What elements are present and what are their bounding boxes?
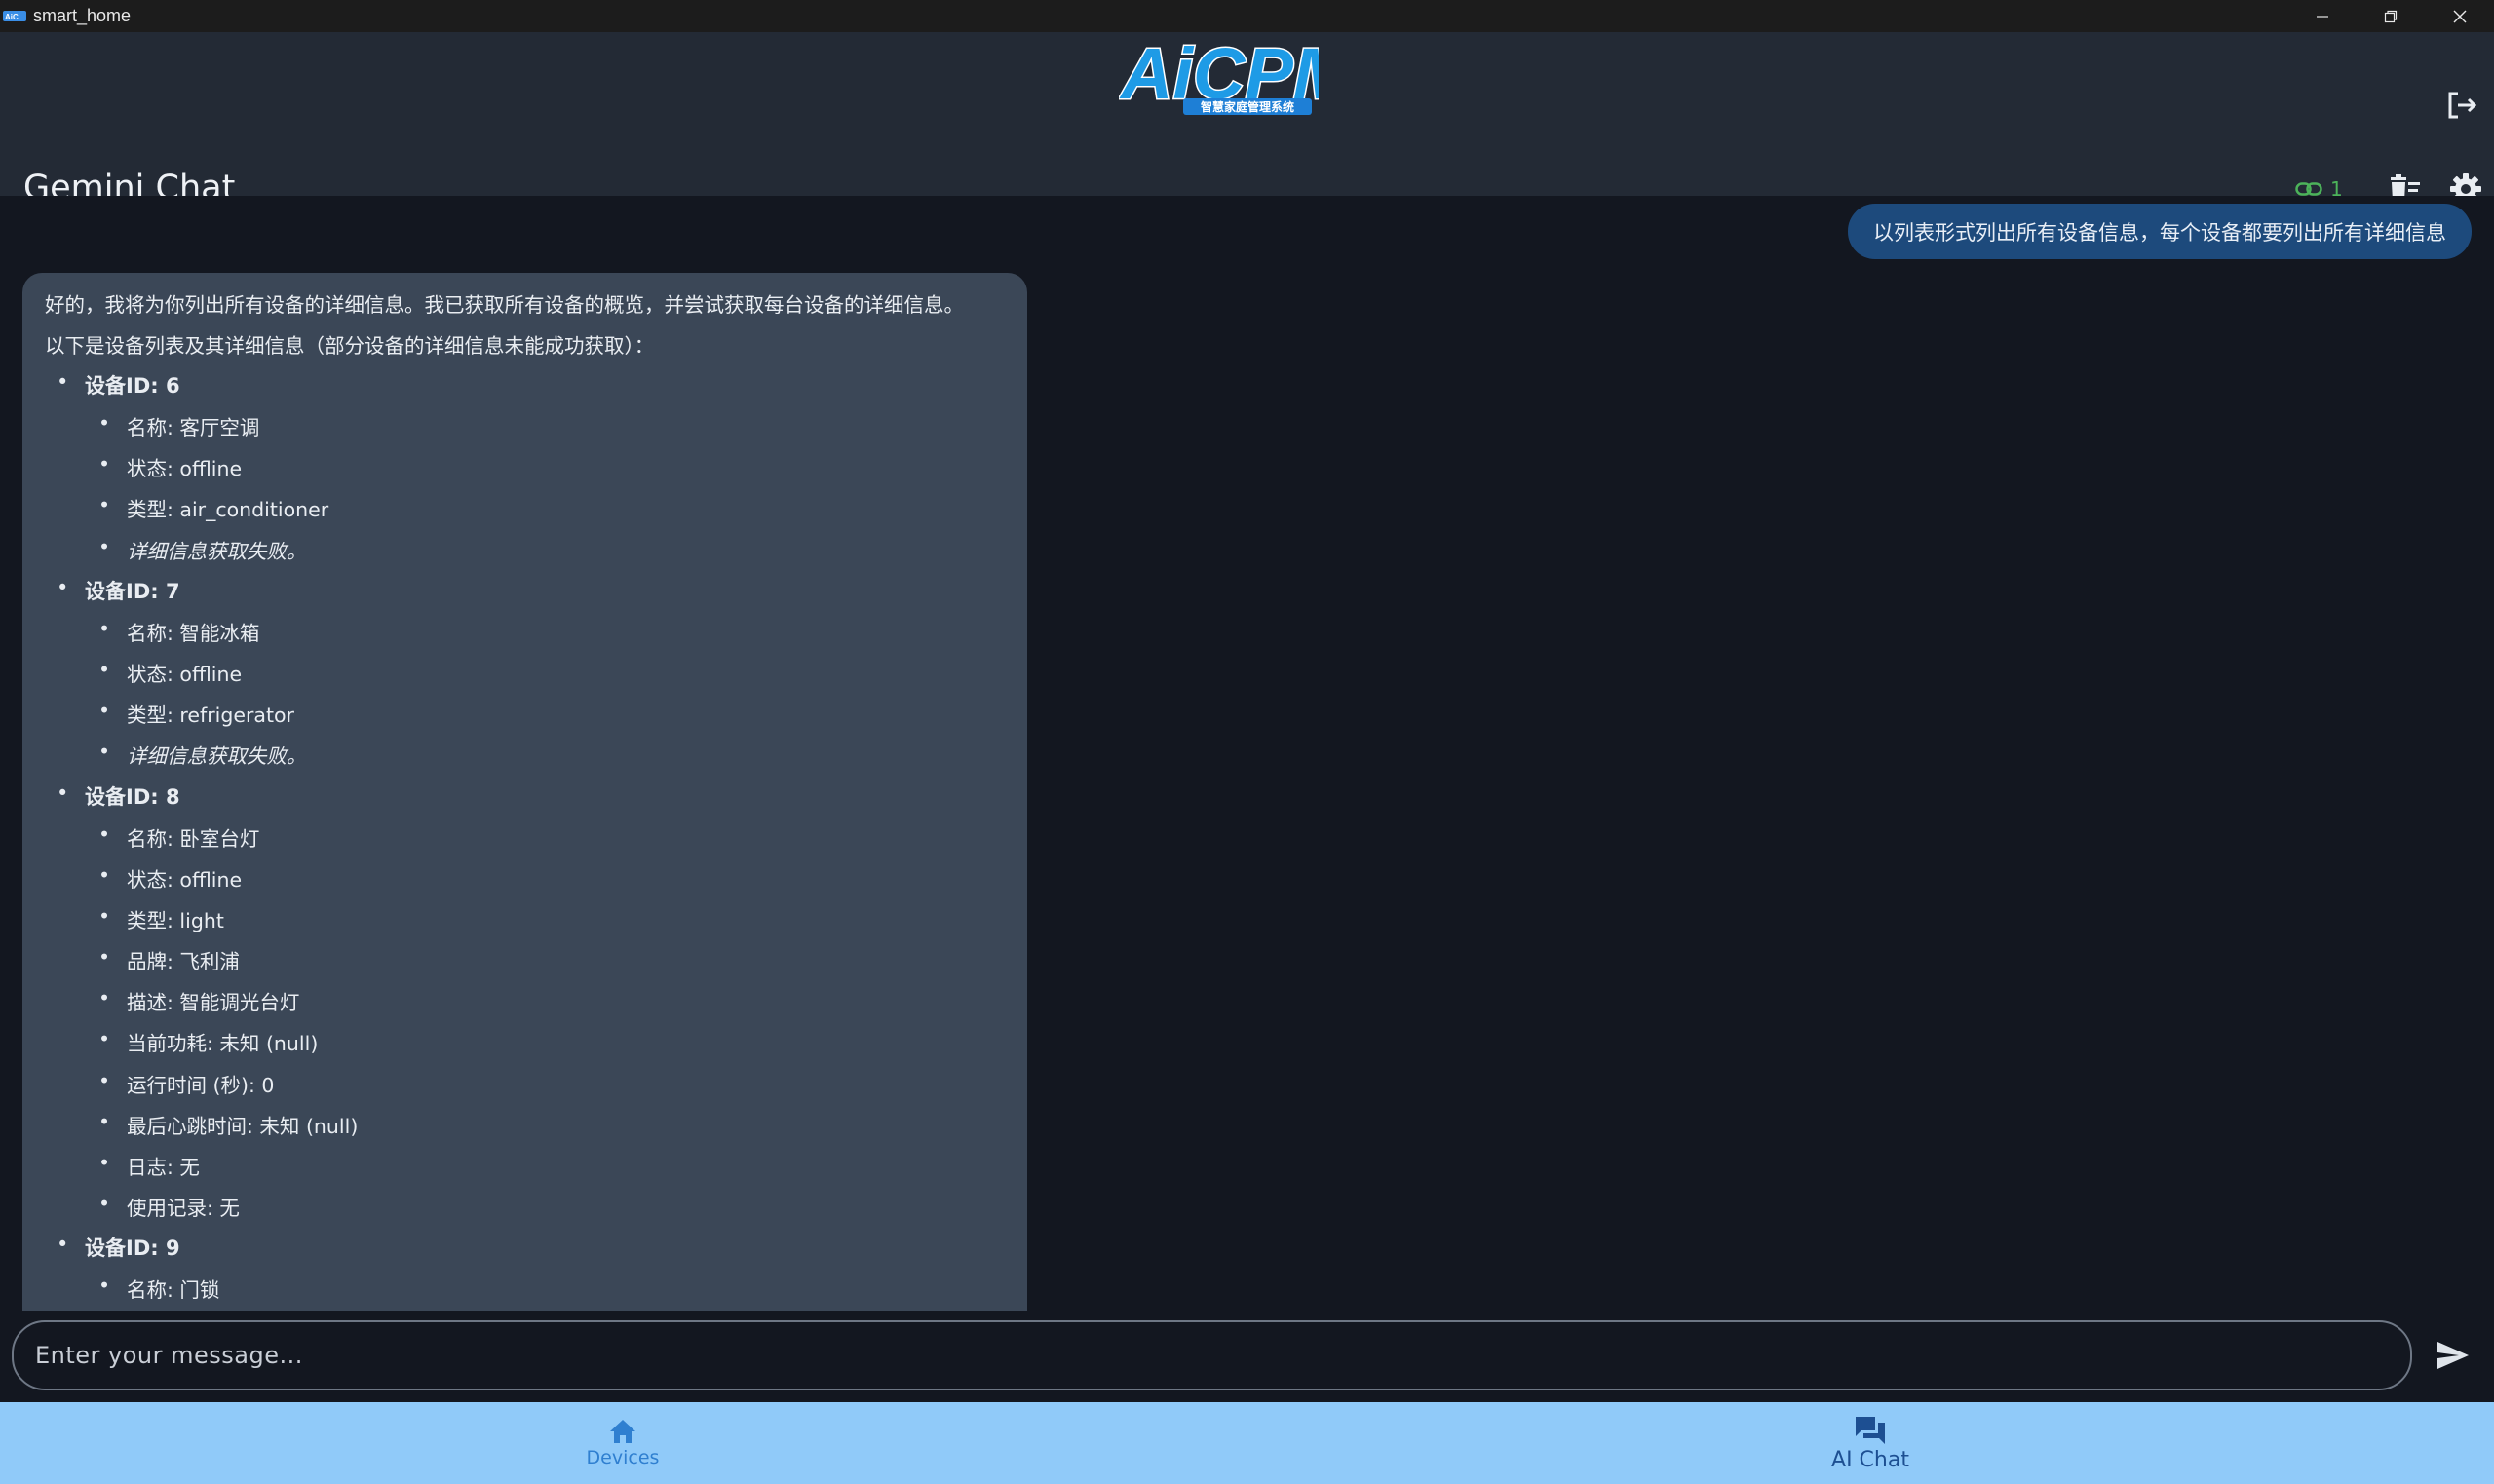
restore-button[interactable] [2357,0,2425,32]
device-header: 设备ID: 6 [57,370,179,400]
device-detail-item: 描述: 智能调光台灯 [98,986,300,1015]
device-detail-item: 当前功耗: 未知 (null) [98,1027,318,1056]
device-detail-item: 日志: 无 [98,1151,200,1180]
app-icon: AiC [3,11,26,21]
device-detail-item: 名称: 客厅空调 [98,411,260,440]
window-title: smart_home [33,6,132,25]
nav-item-ai-chat[interactable]: AI Chat [1724,1402,2016,1484]
device-header: 设备ID: 8 [57,781,179,811]
device-detail-item: 品牌: 飞利浦 [98,945,240,974]
device-detail-item: 状态: offline [98,452,242,481]
device-detail-item: 状态: offline [98,863,242,893]
window-titlebar: AiC smart_home [0,0,2494,32]
logout-icon[interactable] [2444,88,2479,123]
app-logo: AiCPM 智慧家庭管理系统 [1119,34,1319,116]
link-icon [2295,182,2322,196]
user-message-bubble: 以列表形式列出所有设备信息，每个设备都要列出所有详细信息 [1848,204,2472,259]
device-detail-item: 名称: 卧室台灯 [98,822,260,852]
device-detail-item: 详细信息获取失败。 [98,740,306,769]
svg-text:AiC: AiC [5,13,19,21]
minimize-button[interactable] [2288,0,2357,32]
device-detail-item: 名称: 门锁 [98,1274,220,1303]
close-icon [2453,10,2467,22]
device-detail-item: 运行时间 (秒): 0 [98,1069,275,1098]
ai-message-bubble: 好的，我将为你列出所有设备的详细信息。我已获取所有设备的概览，并尝试获取每台设备… [22,273,1027,1311]
minimize-icon [2317,15,2328,18]
home-icon [610,1420,635,1443]
restore-icon [2384,10,2398,22]
device-header: 设备ID: 7 [57,576,179,605]
device-detail-item: 使用记录: 无 [98,1192,240,1221]
device-detail-item: 详细信息获取失败。 [98,535,306,564]
send-icon[interactable] [2435,1337,2472,1374]
app-header: AiCPM 智慧家庭管理系统 Gemini Chat 1 [0,32,2494,208]
device-header: 设备ID: 9 [57,1233,179,1262]
device-detail-item: 类型: refrigerator [98,699,294,728]
device-detail-item: 类型: air_conditioner [98,493,328,522]
message-input[interactable] [35,1322,2374,1389]
nav-label-ai-chat: AI Chat [1831,1447,1909,1472]
device-detail-item: 最后心跳时间: 未知 (null) [98,1110,358,1139]
nav-item-devices[interactable]: Devices [477,1402,769,1484]
close-button[interactable] [2426,0,2494,32]
bottom-navigation: Devices AI Chat [0,1402,2494,1484]
device-detail-item: 类型: light [98,904,224,933]
ai-intro-text: 好的，我将为你列出所有设备的详细信息。我已获取所有设备的概览，并尝试获取每台设备… [45,293,964,317]
message-input-bar [0,1311,2494,1402]
ai-intro-text: 以下是设备列表及其详细信息（部分设备的详细信息未能成功获取）： [45,334,655,358]
device-detail-item: 状态: offline [98,658,242,687]
chat-icon [1856,1416,1885,1444]
svg-text:智慧家庭管理系统: 智慧家庭管理系统 [1200,99,1294,114]
message-input-container[interactable] [12,1320,2412,1390]
chat-area[interactable]: 以列表形式列出所有设备信息，每个设备都要列出所有详细信息 好的，我将为你列出所有… [0,196,2494,1311]
device-detail-item: 名称: 智能冰箱 [98,617,260,646]
nav-label-devices: Devices [586,1447,660,1468]
